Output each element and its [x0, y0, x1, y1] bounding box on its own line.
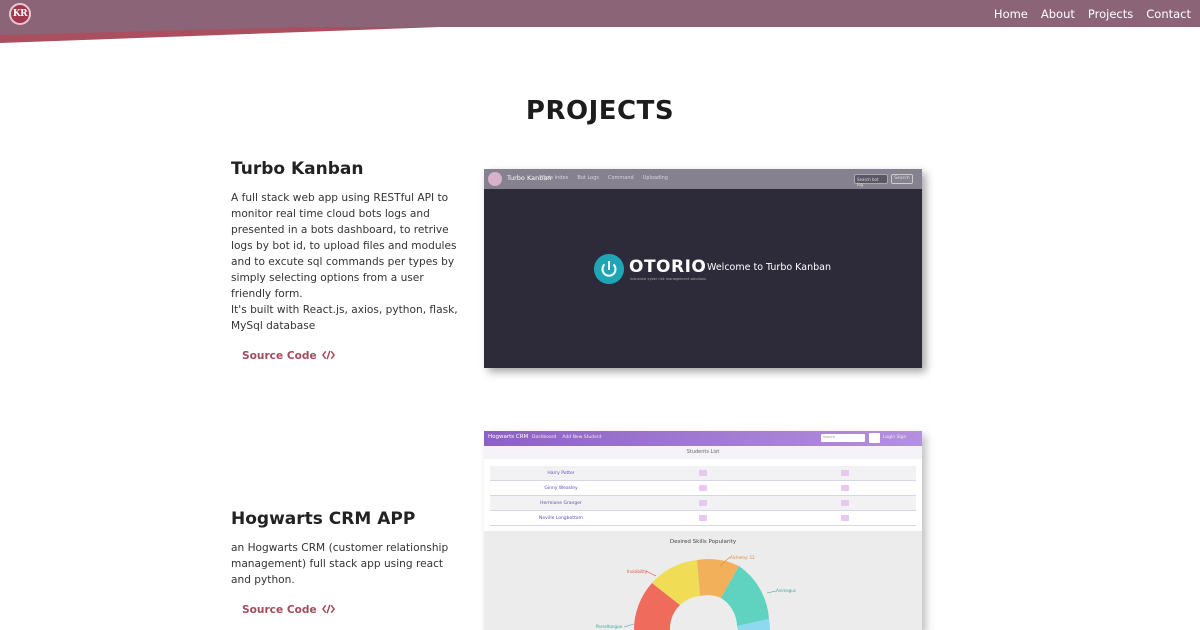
user-icon	[841, 485, 849, 491]
nav-link-contact[interactable]: Contact	[1146, 7, 1191, 21]
preview-search-icon	[869, 433, 880, 443]
user-icon	[699, 515, 707, 521]
table-row: Harry Potter	[490, 466, 916, 481]
code-icon	[322, 604, 336, 614]
preview-search-input: Search bot log	[854, 174, 888, 187]
preview-search-button: Search	[891, 174, 913, 184]
description-line: A full stack web app using RESTful API t…	[231, 192, 449, 204]
preview-nav-item: Dashboard	[532, 435, 557, 440]
preview-nav-item: Add New Student	[562, 435, 602, 440]
preview-nav-item: Bot Logs	[577, 175, 599, 181]
description-line: MySql database	[231, 320, 316, 332]
source-code-label: Source Code	[242, 604, 317, 616]
nav-links: Home About Projects Contact	[994, 0, 1191, 27]
description-line: It's built with React.js, axios, python,…	[231, 304, 458, 316]
chart-label: Animagus	[776, 588, 796, 593]
project-title: Turbo Kanban	[231, 159, 364, 179]
logo[interactable]: KR	[9, 3, 31, 25]
table-row: Hermione Granger	[490, 496, 916, 511]
description-line: friendly form.	[231, 288, 303, 300]
preview-nav-items: Dashboard Add New Student	[532, 435, 602, 440]
chart-label: Invisibility	[627, 569, 648, 574]
project-preview-image: Hogwarts CRM Dashboard Add New Student S…	[484, 431, 922, 630]
description-line: management) full stack app using react	[231, 558, 444, 570]
chart-label: Alchemy: 12	[730, 555, 755, 560]
project-description: A full stack web app using RESTful API t…	[231, 190, 463, 334]
preview-sign: Sign	[896, 435, 907, 440]
preview-nav-items: Bots Index Bot Logs Command Uploading	[542, 175, 668, 181]
description-line: and python.	[231, 574, 295, 586]
chart-label: Parseltongue	[596, 624, 623, 629]
preview-nav-item: Command	[608, 175, 634, 181]
source-code-link[interactable]: Source Code	[242, 350, 336, 362]
user-icon	[699, 500, 707, 506]
nav-link-about[interactable]: About	[1041, 7, 1075, 21]
welcome-text: Welcome to Turbo Kanban	[707, 262, 831, 273]
nav-link-home[interactable]: Home	[994, 7, 1028, 21]
user-icon	[699, 470, 707, 476]
source-code-link[interactable]: Source Code	[242, 604, 336, 616]
preview-navbar: Hogwarts CRM Dashboard Add New Student S…	[484, 431, 922, 446]
user-icon	[699, 485, 707, 491]
otorio-logo-text: OTORIO	[629, 257, 707, 277]
unicorn-logo-icon	[488, 172, 502, 186]
code-icon	[322, 350, 336, 360]
navbar-wedge-decoration	[0, 27, 440, 43]
navbar: KR Home About Projects Contact	[0, 0, 1200, 27]
preview-login: Login	[883, 435, 896, 440]
preview-chart-area: Desired Skills Popularity Alchemy: 12 In…	[484, 531, 922, 630]
preview-subheader: Students List	[484, 446, 922, 459]
student-name: Ginny Weasley	[544, 485, 578, 491]
student-name: Harry Potter	[547, 470, 575, 476]
power-logo-icon	[594, 254, 624, 284]
nav-link-projects[interactable]: Projects	[1088, 7, 1133, 21]
description-line: logs by bot id, to upload files and modu…	[231, 240, 457, 252]
description-line: an Hogwarts CRM (customer relationship	[231, 542, 449, 554]
table-row: Neville Longbottom	[490, 511, 916, 526]
otorio-tagline: industrial cyber risk management solutio…	[630, 277, 707, 281]
student-name: Neville Longbottom	[539, 515, 583, 521]
donut-chart-icon	[623, 556, 777, 630]
project-title: Hogwarts CRM APP	[231, 509, 416, 529]
project-preview-image: Turbo Kanban Bots Index Bot Logs Command…	[484, 169, 922, 368]
description-line: and to excute sql commands per types by	[231, 256, 455, 268]
preview-nav-item: Uploading	[642, 175, 668, 181]
description-line: simply selecting options from a user	[231, 272, 424, 284]
preview-nav-item: Bots Index	[542, 175, 569, 181]
source-code-label: Source Code	[242, 350, 317, 362]
preview-navbar: Turbo Kanban Bots Index Bot Logs Command…	[484, 169, 922, 189]
preview-students-table: Harry Potter Ginny Weasley Hermione Gran…	[490, 466, 916, 526]
project-description: an Hogwarts CRM (customer relationship m…	[231, 540, 463, 588]
preview-brand: Hogwarts CRM	[488, 434, 529, 440]
table-row: Ginny Weasley	[490, 481, 916, 496]
page-title: PROJECTS	[525, 96, 675, 126]
preview-search-input: Search	[821, 434, 865, 442]
user-icon	[841, 515, 849, 521]
description-line: monitor real time cloud bots logs and	[231, 208, 430, 220]
description-line: presented in a bots dashboard, to retriv…	[231, 224, 449, 236]
user-icon	[841, 470, 849, 476]
user-icon	[841, 500, 849, 506]
preview-auth-links: Login Sign	[883, 435, 906, 440]
student-name: Hermione Granger	[540, 500, 582, 506]
